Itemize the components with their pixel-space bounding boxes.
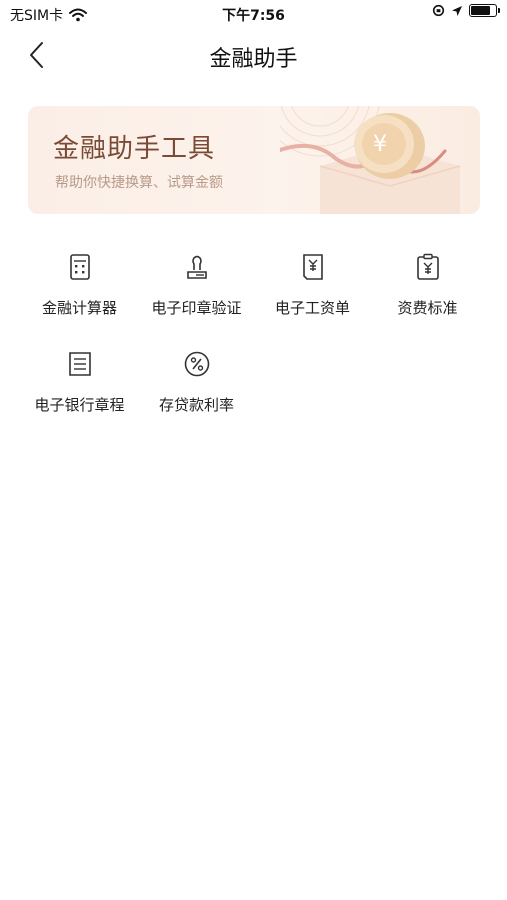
seal-icon [186,255,207,279]
tool-label: 金融计算器 [41,299,117,317]
battery-icon [469,4,500,17]
status-right [432,4,500,17]
banner-title: 金融助手工具 [53,134,216,164]
nav-bar: 金融助手 [0,28,507,82]
page-title: 金融助手 [209,47,298,72]
tool-e-bank-charter[interactable]: 电子银行章程 [16,349,143,439]
tool-label: 电子印章验证 [151,299,242,317]
promo-banner[interactable]: 金融助手工具 帮助你快捷换算、试算金额 ¥ [28,106,480,214]
tool-label: 资费标准 [397,299,458,317]
fee-clipboard-icon [416,253,439,280]
tool-fee-standard[interactable]: 资费标准 [364,252,491,342]
banner-art [280,106,461,214]
status-time: 下午7:56 [222,8,285,24]
banner-subtitle: 帮助你快捷换算、试算金额 [55,175,223,191]
coin-symbol: ¥ [373,132,387,157]
tool-financial-calculator[interactable]: 金融计算器 [16,252,143,342]
tool-e-seal-verify[interactable]: 电子印章验证 [133,252,260,342]
location-arrow-icon [452,5,462,16]
tool-label: 存贷款利率 [158,396,234,414]
tool-deposit-loan-rate[interactable]: 存贷款利率 [133,349,260,439]
tool-e-payslip[interactable]: 电子工资单 [249,252,376,342]
percent-icon [184,351,209,377]
status-bar: 无SIM卡 下午7:56 [0,0,507,28]
tool-label: 电子银行章程 [34,396,125,414]
payslip-icon [302,254,323,280]
tool-label: 电子工资单 [274,299,350,317]
orientation-lock-icon [432,4,445,17]
calculator-icon [69,254,90,280]
document-icon [68,352,91,376]
